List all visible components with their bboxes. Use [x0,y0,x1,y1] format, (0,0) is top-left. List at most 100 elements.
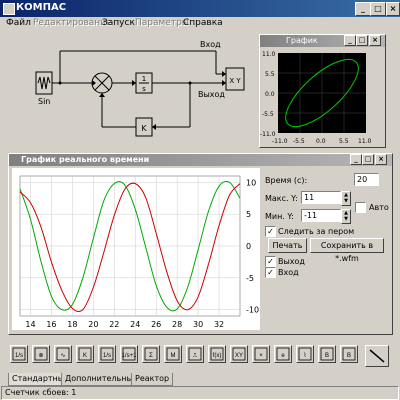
integrator-denominator: s [142,85,146,93]
menu-run[interactable]: Запуск [102,18,135,28]
xy-maximize-button[interactable]: □ [356,35,368,46]
legend-output-checkbox[interactable]: ✓ [265,256,276,267]
svg-text:⊗: ⊗ [38,353,43,359]
palette-summator-icon[interactable]: ⊗ [32,345,50,363]
x-tick-label: 20 [88,320,98,329]
palette-delay-icon[interactable]: ⌇ [296,345,314,363]
x-tick-label: 24 [130,320,140,329]
status-text: Счетчик сбоев: 1 [5,388,77,397]
svg-text:11.0: 11.0 [262,51,276,58]
palette-exponent-icon[interactable]: e [274,345,292,363]
follow-pen-checkbox[interactable]: ✓ [265,226,276,237]
ymax-input[interactable]: 11 [301,191,341,204]
menu-params[interactable]: Параметры [135,18,189,28]
palette-oscillator-icon[interactable]: M [164,345,182,363]
print-button[interactable]: Печать [268,238,307,253]
svg-text:⌇: ⌇ [304,352,307,359]
xy-close-button[interactable]: × [369,35,381,46]
menu-bar: Файл Редактирование Запуск Параметры Спр… [0,17,400,31]
palette-multiplier-icon[interactable]: × [252,345,270,363]
auto-label: Авто [369,203,389,212]
follow-pen-label: Следить за пером [278,227,355,236]
rt-window-title: График реального времени [21,155,150,164]
rt-minimize-button[interactable]: _ [350,154,362,165]
xy-window-titlebar: График _ □ × [260,35,385,47]
tab-reactor[interactable]: Реактор [131,373,174,386]
block-palette: 1/s ⊗ ∿ K 1/s 1/s+1 Σ M ⎍ f(x) XY × e ⌇ B B [10,345,380,365]
svg-text:0.0: 0.0 [316,138,326,145]
realtime-window[interactable]: График реального времени _ □ × 14 16 18 20 2… [8,153,393,335]
svg-text:11.0: 11.0 [358,138,372,145]
svg-text:-5.5: -5.5 [293,138,305,145]
ymin-spinner[interactable]: ▲ ▼ [341,209,351,224]
menu-help[interactable]: Справка [183,18,223,28]
auto-checkbox[interactable] [355,202,366,213]
palette-function-icon[interactable]: f(x) [208,345,226,363]
svg-text:Σ: Σ [149,353,153,359]
y-tick-label: -10 [246,306,259,315]
palette-generator-icon[interactable]: ∿ [54,345,72,363]
svg-text:B: B [325,353,329,359]
xy-plot-window[interactable]: График _ □ × 11.0 5.5 0.0 -5.5 -11.0 -11… [259,34,386,148]
time-input[interactable]: 20 [354,173,379,186]
realtime-chart: 14 16 18 20 22 24 26 28 30 32 10 5 0 -5 -10 [12,168,260,330]
menu-edit[interactable]: Редактирование [33,18,112,28]
palette-aperiodic-icon[interactable]: 1/s+1 [120,345,138,363]
svg-text:-11.0: -11.0 [272,138,288,145]
svg-text:-11.0: -11.0 [260,131,276,138]
x-tick-label: 14 [25,320,35,329]
svg-text:K: K [83,353,87,359]
palette-xy-recorder-icon[interactable]: XY [230,345,248,363]
svg-text:5.5: 5.5 [339,138,349,145]
link-tool-button[interactable] [365,345,389,367]
maximize-button[interactable]: □ [370,2,386,16]
svg-text:f(x): f(x) [213,353,222,359]
palette-transfer-function-icon[interactable]: 1/s [10,345,28,363]
legend-output-label: Выход [278,257,305,266]
app-icon [3,3,15,15]
rt-close-button[interactable]: × [375,154,387,165]
xy-minimize-button[interactable]: _ [344,35,356,46]
rt-window-titlebar: График реального времени _ □ × [9,154,392,166]
ymin-label: Мин. Y: [265,212,294,221]
x-tick-label: 16 [46,320,56,329]
rt-maximize-button[interactable]: □ [362,154,374,165]
legend-input-label: Вход [278,268,299,277]
legend-input-checkbox[interactable]: ✓ [265,267,276,278]
svg-text:∿: ∿ [60,353,65,359]
tab-additional[interactable]: Дополнительные [61,373,142,386]
palette-bus-out-icon[interactable]: B [340,345,358,363]
save-wfm-button[interactable]: Сохранить в *.wfm [310,238,384,263]
palette-bus-in-icon[interactable]: B [318,345,336,363]
x-tick-label: 32 [214,320,224,329]
palette-relay-icon[interactable]: ⎍ [186,345,204,363]
xy-window-title: График [286,36,318,45]
xy-chart: 11.0 5.5 0.0 -5.5 -11.0 -11.0 -5.5 0.0 5… [260,51,372,145]
ymax-spinner[interactable]: ▲ ▼ [341,191,351,206]
x-tick-label: 30 [193,320,203,329]
svg-text:-5.5: -5.5 [262,111,274,118]
close-button[interactable]: × [386,2,400,16]
palette-switch-icon[interactable]: Σ [142,345,160,363]
app-titlebar: КОМПАС _ □ × [0,0,400,17]
svg-text:1/s+1: 1/s+1 [122,353,136,359]
block-diagram: 1 s K X Y Вход Выход Sin [35,40,245,137]
svg-text:×: × [259,353,263,359]
integrator-numerator: 1 [142,75,146,83]
ymin-input[interactable]: -11 [301,209,341,222]
x-tick-label: 18 [67,320,77,329]
y-tick-label: -5 [246,274,254,283]
x-tick-label: 28 [172,320,182,329]
svg-text:e: e [281,353,285,359]
svg-text:⎍: ⎍ [193,353,198,359]
svg-text:XY: XY [235,353,243,359]
menu-file[interactable]: Файл [6,18,31,28]
palette-tabs: Стандартные Дополнительные Реактор [8,373,378,387]
xy-label: X Y [229,77,241,85]
minimize-button[interactable]: _ [355,2,371,16]
y-tick-label: 10 [246,178,256,187]
sin-label: Sin [38,97,50,106]
palette-gain-icon[interactable]: K [76,345,94,363]
svg-text:0.0: 0.0 [265,91,275,98]
palette-integrator-icon[interactable]: 1/s [98,345,116,363]
